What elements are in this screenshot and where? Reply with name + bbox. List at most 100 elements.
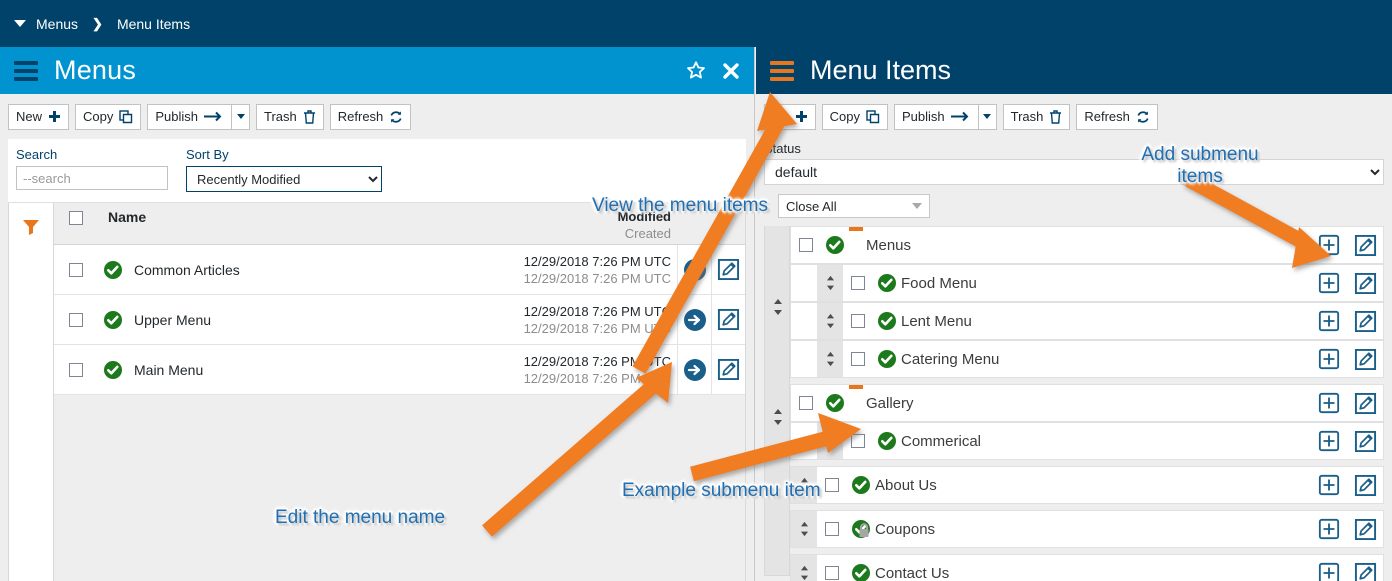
row-name[interactable]: Common Articles <box>128 245 481 294</box>
tree-item[interactable]: Catering Menu <box>790 340 1384 378</box>
published-status-icon[interactable] <box>877 349 897 369</box>
add-submenu-icon[interactable] <box>1318 234 1340 256</box>
tree-item-label[interactable]: Contact Us <box>875 555 1311 581</box>
row-checkbox[interactable] <box>69 312 83 327</box>
row-edit-action[interactable] <box>711 345 745 394</box>
collapse-toggle-icon[interactable] <box>849 385 863 389</box>
publish-button[interactable]: Publish <box>147 103 233 130</box>
edit-icon[interactable] <box>1354 392 1377 415</box>
row-checkbox[interactable] <box>69 262 83 277</box>
published-status-icon[interactable] <box>877 273 897 293</box>
tree-add-action[interactable] <box>1311 555 1347 581</box>
row-view-action[interactable] <box>677 295 711 344</box>
published-status-icon[interactable] <box>825 235 845 255</box>
table-row[interactable]: Common Articles 12/29/2018 7:26 PM UTC 12/… <box>54 245 745 295</box>
tree-checkbox[interactable] <box>825 478 839 492</box>
tree-checkbox[interactable] <box>851 276 865 290</box>
breadcrumb-item-menus[interactable]: Menus <box>36 16 78 32</box>
edit-icon[interactable] <box>1354 272 1377 295</box>
sortby-select[interactable]: Recently Modified <box>186 166 382 192</box>
tree-item[interactable]: Menus <box>790 226 1384 264</box>
tree-drag-handle[interactable] <box>817 303 843 339</box>
add-submenu-icon[interactable] <box>1318 430 1340 452</box>
edit-icon[interactable] <box>717 358 740 381</box>
add-submenu-icon[interactable] <box>1318 348 1340 370</box>
tree-add-action[interactable] <box>1311 227 1347 263</box>
star-icon[interactable] <box>686 61 706 80</box>
tree-checkbox[interactable] <box>825 566 839 580</box>
edit-icon[interactable] <box>1354 518 1377 541</box>
tree-drag-handle[interactable] <box>817 341 843 377</box>
trash-button[interactable]: Trash <box>1002 103 1071 130</box>
tree-item-label[interactable]: Menus <box>866 227 1311 263</box>
view-items-icon[interactable] <box>683 258 707 282</box>
drag-handle-icon[interactable] <box>825 351 836 367</box>
column-header-created[interactable]: Created <box>477 226 671 241</box>
published-status-icon[interactable] <box>877 431 897 451</box>
copy-button[interactable]: Copy <box>75 103 142 130</box>
tree-item[interactable]: Commerical <box>790 422 1384 460</box>
tree-edit-action[interactable] <box>1347 265 1383 301</box>
tree-edit-action[interactable] <box>1347 303 1383 339</box>
add-submenu-icon[interactable] <box>1318 474 1340 496</box>
edit-icon[interactable] <box>1354 310 1377 333</box>
status-select[interactable]: default <box>764 159 1384 185</box>
close-icon[interactable] <box>722 62 740 80</box>
publish-dropdown-toggle[interactable] <box>232 103 251 130</box>
new-button[interactable]: New <box>8 103 70 130</box>
row-name[interactable]: Upper Menu <box>128 295 481 344</box>
publish-dropdown-toggle[interactable] <box>978 103 997 130</box>
add-submenu-icon[interactable] <box>1318 310 1340 332</box>
tree-item-label[interactable]: About Us <box>875 467 1311 503</box>
row-view-action[interactable] <box>677 345 711 394</box>
row-name[interactable]: Main Menu <box>128 345 481 394</box>
edit-icon[interactable] <box>1354 348 1377 371</box>
filter-icon[interactable] <box>21 217 41 581</box>
tree-add-action[interactable] <box>1311 303 1347 339</box>
copy-button[interactable]: Copy <box>821 103 888 130</box>
drag-handle-icon[interactable] <box>825 275 836 291</box>
tree-edit-action[interactable] <box>1347 227 1383 263</box>
tree-edit-action[interactable] <box>1347 555 1383 581</box>
column-header-modified[interactable]: Modified <box>477 209 671 224</box>
tree-add-action[interactable] <box>1311 341 1347 377</box>
add-submenu-icon[interactable] <box>1318 518 1340 540</box>
search-input[interactable] <box>16 166 168 190</box>
tree-item[interactable]: Lent Menu <box>790 302 1384 340</box>
edit-icon[interactable] <box>1354 234 1377 257</box>
tree-item[interactable]: Coupons <box>790 510 1384 548</box>
tree-drag-handle[interactable] <box>791 555 817 581</box>
add-submenu-icon[interactable] <box>1318 272 1340 294</box>
tree-checkbox[interactable] <box>825 522 839 536</box>
hamburger-icon[interactable] <box>14 60 38 81</box>
drag-handle-icon[interactable] <box>799 521 810 537</box>
row-edit-action[interactable] <box>711 245 745 294</box>
tree-edit-action[interactable] <box>1347 467 1383 503</box>
tree-checkbox[interactable] <box>799 396 813 410</box>
select-all-checkbox[interactable] <box>69 211 83 225</box>
published-status-icon[interactable] <box>103 310 123 330</box>
tree-item-label[interactable]: Gallery <box>866 385 1311 421</box>
edit-icon[interactable] <box>1354 430 1377 453</box>
refresh-button[interactable]: Refresh <box>1076 103 1158 130</box>
hamburger-icon[interactable] <box>770 60 794 81</box>
drag-handle-icon[interactable] <box>772 408 784 431</box>
tree-drag-handle[interactable] <box>791 511 817 547</box>
tree-item[interactable]: Food Menu <box>790 264 1384 302</box>
tree-edit-action[interactable] <box>1347 511 1383 547</box>
tree-checkbox[interactable] <box>851 314 865 328</box>
tree-drag-handle[interactable] <box>817 265 843 301</box>
tree-checkbox[interactable] <box>799 238 813 252</box>
column-header-name[interactable]: Name <box>98 209 477 225</box>
tree-item[interactable]: Gallery <box>790 384 1384 422</box>
tree-add-action[interactable] <box>1311 265 1347 301</box>
tree-item-label[interactable]: Lent Menu <box>901 303 1311 339</box>
published-status-icon[interactable] <box>851 563 871 581</box>
refresh-button[interactable]: Refresh <box>329 103 412 130</box>
tree-item-label[interactable]: Commerical <box>901 423 1311 459</box>
close-all-dropdown[interactable]: Close All <box>778 194 930 218</box>
tree-item-label[interactable]: Food Menu <box>901 265 1311 301</box>
row-view-action[interactable] <box>677 245 711 294</box>
published-status-icon[interactable] <box>877 311 897 331</box>
edit-icon[interactable] <box>1354 562 1377 581</box>
